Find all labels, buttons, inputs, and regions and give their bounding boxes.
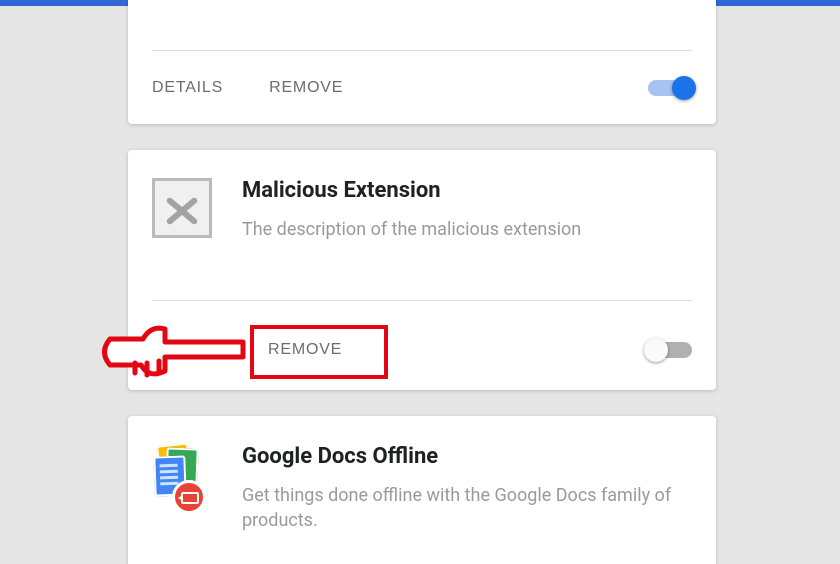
extension-card: DETAILS REMOVE [128,0,716,124]
extension-title: Malicious Extension [242,178,692,203]
card-body: Google Docs Offline Get things done offl… [128,416,716,553]
enable-toggle[interactable] [648,342,692,358]
extensions-page: DETAILS REMOVE Malicious Extension The d… [0,0,840,564]
divider [152,50,692,51]
google-docs-offline-icon [152,444,212,504]
extension-description: The description of the malicious extensi… [242,217,692,242]
toggle-knob [644,338,668,362]
divider [152,300,692,301]
card-footer: DETAILS REMOVE [128,52,716,124]
extension-card: Google Docs Offline Get things done offl… [128,416,716,564]
remove-button[interactable]: REMOVE [269,79,343,97]
placeholder-x-icon [152,178,212,238]
annotation-pointing-hand-icon [95,315,255,395]
extension-icon [152,178,212,238]
enable-toggle[interactable] [648,80,692,96]
toggle-knob [672,76,696,100]
extension-description: Get things done offline with the Google … [242,483,692,533]
details-button[interactable]: DETAILS [152,79,223,97]
extension-icon [152,444,212,504]
extension-title: Google Docs Offline [242,444,692,469]
remove-button[interactable]: REMOVE [268,341,342,359]
card-body: Malicious Extension The description of t… [128,150,716,262]
